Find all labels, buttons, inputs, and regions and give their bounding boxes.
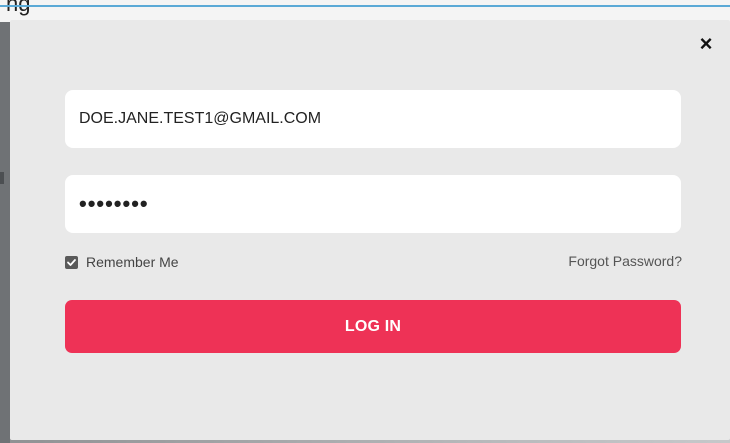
checkbox-checked-icon[interactable]: [65, 255, 78, 269]
background-header: ng: [0, 0, 730, 22]
background-accent-line: [0, 5, 730, 7]
remember-me-checkbox[interactable]: Remember Me: [65, 254, 179, 270]
forgot-password-link[interactable]: Forgot Password?: [568, 253, 682, 269]
background-marker: [0, 172, 4, 184]
login-button[interactable]: LOG IN: [65, 300, 681, 353]
checkmark-icon: [67, 258, 76, 266]
close-icon[interactable]: ×: [696, 32, 716, 56]
background-heading: ng: [6, 0, 31, 16]
login-modal: × Remember Me Forgot Password? LOG IN: [10, 20, 730, 440]
password-field[interactable]: [65, 175, 681, 233]
remember-me-label: Remember Me: [86, 254, 179, 270]
background-left-edge: [0, 22, 10, 443]
email-field[interactable]: [65, 90, 681, 148]
